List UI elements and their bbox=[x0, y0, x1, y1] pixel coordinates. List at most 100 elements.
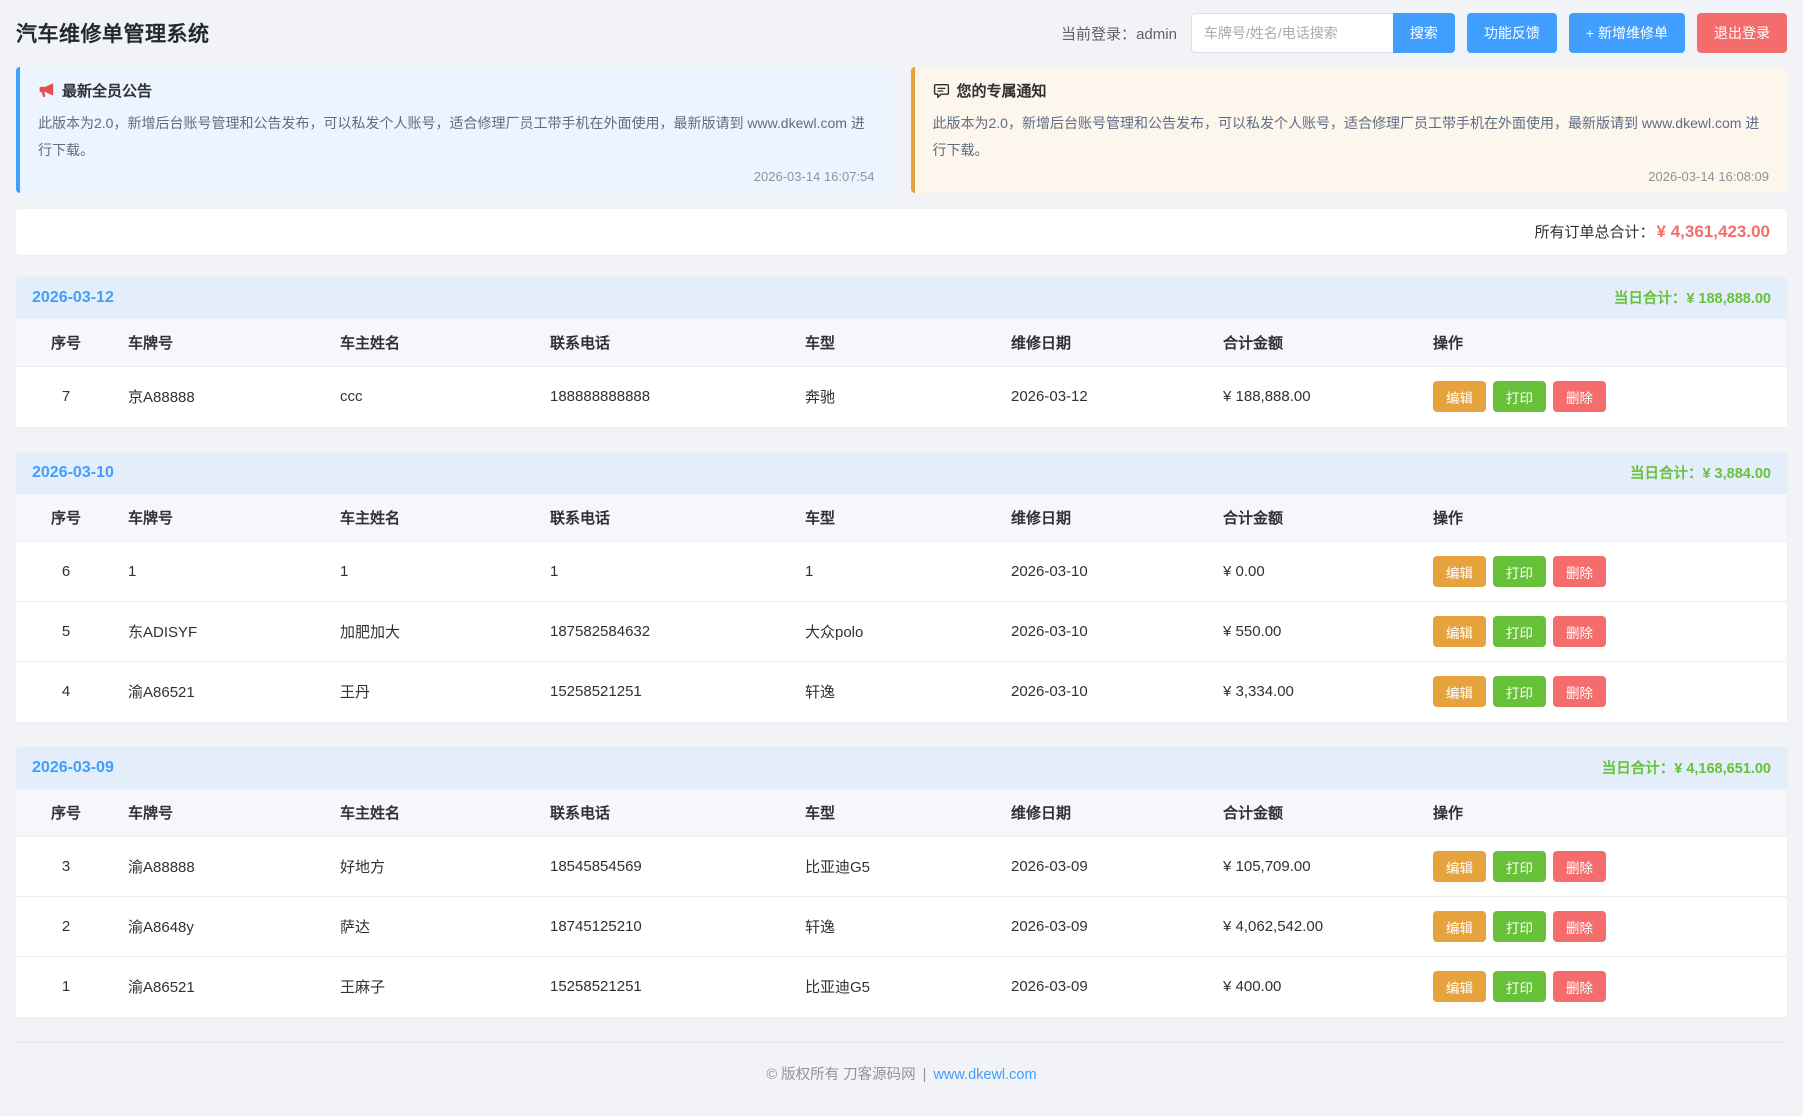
column-header: 车型 bbox=[793, 789, 999, 837]
plate-cell: 渝A86521 bbox=[116, 957, 328, 1017]
column-header: 维修日期 bbox=[999, 789, 1211, 837]
order-groups: 2026-03-12 当日合计：¥ 188,888.00 序号车牌号车主姓名联系… bbox=[16, 277, 1787, 1017]
logout-button[interactable]: 退出登录 bbox=[1697, 13, 1787, 53]
current-user: admin bbox=[1136, 26, 1177, 43]
repair-date-cell: 2026-03-09 bbox=[999, 957, 1211, 1017]
actions-cell: 编辑打印删除 bbox=[1421, 897, 1787, 957]
edit-button[interactable]: 编辑 bbox=[1433, 911, 1486, 942]
table-row: 2渝A8648y萨达18745125210轩逸2026-03-09¥ 4,062… bbox=[16, 897, 1787, 957]
column-header: 车牌号 bbox=[116, 319, 328, 367]
edit-button[interactable]: 编辑 bbox=[1433, 616, 1486, 647]
edit-button[interactable]: 编辑 bbox=[1433, 851, 1486, 882]
print-button[interactable]: 打印 bbox=[1493, 911, 1546, 942]
group-header: 2026-03-09 当日合计：¥ 4,168,651.00 bbox=[16, 747, 1787, 789]
owner-cell: 王麻子 bbox=[328, 957, 538, 1017]
search-input[interactable] bbox=[1191, 13, 1393, 53]
column-header: 维修日期 bbox=[999, 319, 1211, 367]
plate-cell: 渝A8648y bbox=[116, 897, 328, 957]
column-header: 车主姓名 bbox=[328, 494, 538, 542]
announcement-card: 最新全员公告 此版本为2.0，新增后台账号管理和公告发布，可以私发个人账号，适合… bbox=[16, 67, 893, 193]
column-header: 车主姓名 bbox=[328, 319, 538, 367]
table-row: 4渝A86521王丹15258521251轩逸2026-03-10¥ 3,334… bbox=[16, 662, 1787, 722]
add-order-button[interactable]: + 新增维修单 bbox=[1569, 13, 1685, 53]
daily-total: 当日合计：¥ 3,884.00 bbox=[1630, 462, 1771, 483]
megaphone-icon bbox=[38, 82, 55, 99]
orders-table: 序号车牌号车主姓名联系电话车型维修日期合计金额操作 7京A88888ccc188… bbox=[16, 319, 1787, 427]
group-date: 2026-03-12 bbox=[32, 289, 114, 307]
announcement-body: 此版本为2.0，新增后台账号管理和公告发布，可以私发个人账号，适合修理厂员工带手… bbox=[38, 110, 875, 165]
edit-button[interactable]: 编辑 bbox=[1433, 556, 1486, 587]
column-header: 联系电话 bbox=[538, 789, 793, 837]
plate-cell: 东ADISYF bbox=[116, 602, 328, 662]
daily-total: 当日合计：¥ 188,888.00 bbox=[1614, 287, 1771, 308]
amount-cell: ¥ 4,062,542.00 bbox=[1211, 897, 1421, 957]
print-button[interactable]: 打印 bbox=[1493, 676, 1546, 707]
personal-notice-title: 您的专属通知 bbox=[957, 80, 1047, 101]
table-header-row: 序号车牌号车主姓名联系电话车型维修日期合计金额操作 bbox=[16, 319, 1787, 367]
search-button[interactable]: 搜索 bbox=[1393, 13, 1455, 53]
table-row: 5东ADISYF加肥加大187582584632大众polo2026-03-10… bbox=[16, 602, 1787, 662]
column-header: 车牌号 bbox=[116, 789, 328, 837]
column-header: 操作 bbox=[1421, 789, 1787, 837]
feedback-button[interactable]: 功能反馈 bbox=[1467, 13, 1557, 53]
delete-button[interactable]: 删除 bbox=[1553, 851, 1606, 882]
plate-cell: 京A88888 bbox=[116, 367, 328, 427]
delete-button[interactable]: 删除 bbox=[1553, 971, 1606, 1002]
actions-cell: 编辑打印删除 bbox=[1421, 957, 1787, 1017]
phone-cell: 1 bbox=[538, 542, 793, 602]
model-cell: 比亚迪G5 bbox=[793, 957, 999, 1017]
personal-notice-timestamp: 2026-03-14 16:08:09 bbox=[933, 169, 1770, 184]
model-cell: 大众polo bbox=[793, 602, 999, 662]
order-group: 2026-03-12 当日合计：¥ 188,888.00 序号车牌号车主姓名联系… bbox=[16, 277, 1787, 427]
table-body: 611112026-03-10¥ 0.00编辑打印删除5东ADISYF加肥加大1… bbox=[16, 542, 1787, 722]
print-button[interactable]: 打印 bbox=[1493, 381, 1546, 412]
actions-cell: 编辑打印删除 bbox=[1421, 662, 1787, 722]
seq-cell: 2 bbox=[16, 897, 116, 957]
owner-cell: 王丹 bbox=[328, 662, 538, 722]
owner-cell: 加肥加大 bbox=[328, 602, 538, 662]
grand-total-bar: 所有订单总合计： ¥ 4,361,423.00 bbox=[16, 209, 1787, 255]
column-header: 合计金额 bbox=[1211, 494, 1421, 542]
daily-total-label: 当日合计： bbox=[1630, 466, 1703, 482]
announcement-timestamp: 2026-03-14 16:07:54 bbox=[38, 169, 875, 184]
delete-button[interactable]: 删除 bbox=[1553, 676, 1606, 707]
speech-bubble-icon bbox=[933, 82, 950, 99]
print-button[interactable]: 打印 bbox=[1493, 556, 1546, 587]
actions-cell: 编辑打印删除 bbox=[1421, 602, 1787, 662]
notices: 最新全员公告 此版本为2.0，新增后台账号管理和公告发布，可以私发个人账号，适合… bbox=[16, 67, 1787, 193]
delete-button[interactable]: 删除 bbox=[1553, 616, 1606, 647]
delete-button[interactable]: 删除 bbox=[1553, 556, 1606, 587]
column-header: 序号 bbox=[16, 319, 116, 367]
seq-cell: 4 bbox=[16, 662, 116, 722]
print-button[interactable]: 打印 bbox=[1493, 616, 1546, 647]
daily-total-amount: ¥ 4,168,651.00 bbox=[1674, 761, 1771, 777]
footer-link[interactable]: www.dkewl.com bbox=[933, 1067, 1036, 1083]
table-row: 3渝A88888好地方18545854569比亚迪G52026-03-09¥ 1… bbox=[16, 837, 1787, 897]
column-header: 序号 bbox=[16, 789, 116, 837]
repair-date-cell: 2026-03-09 bbox=[999, 897, 1211, 957]
phone-cell: 15258521251 bbox=[538, 662, 793, 722]
plate-cell: 渝A86521 bbox=[116, 662, 328, 722]
column-header: 联系电话 bbox=[538, 494, 793, 542]
seq-cell: 1 bbox=[16, 957, 116, 1017]
print-button[interactable]: 打印 bbox=[1493, 971, 1546, 1002]
edit-button[interactable]: 编辑 bbox=[1433, 676, 1486, 707]
current-login: 当前登录：admin bbox=[1061, 23, 1177, 44]
delete-button[interactable]: 删除 bbox=[1553, 381, 1606, 412]
table-body: 7京A88888ccc188888888888奔驰2026-03-12¥ 188… bbox=[16, 367, 1787, 427]
announcement-title: 最新全员公告 bbox=[62, 80, 152, 101]
delete-button[interactable]: 删除 bbox=[1553, 911, 1606, 942]
grand-total-amount: ¥ 4,361,423.00 bbox=[1657, 222, 1770, 242]
group-date: 2026-03-10 bbox=[32, 464, 114, 482]
model-cell: 轩逸 bbox=[793, 897, 999, 957]
plate-cell: 渝A88888 bbox=[116, 837, 328, 897]
order-group: 2026-03-09 当日合计：¥ 4,168,651.00 序号车牌号车主姓名… bbox=[16, 747, 1787, 1017]
column-header: 合计金额 bbox=[1211, 319, 1421, 367]
edit-button[interactable]: 编辑 bbox=[1433, 381, 1486, 412]
edit-button[interactable]: 编辑 bbox=[1433, 971, 1486, 1002]
print-button[interactable]: 打印 bbox=[1493, 851, 1546, 882]
table-row: 7京A88888ccc188888888888奔驰2026-03-12¥ 188… bbox=[16, 367, 1787, 427]
owner-cell: 萨达 bbox=[328, 897, 538, 957]
amount-cell: ¥ 3,334.00 bbox=[1211, 662, 1421, 722]
seq-cell: 6 bbox=[16, 542, 116, 602]
